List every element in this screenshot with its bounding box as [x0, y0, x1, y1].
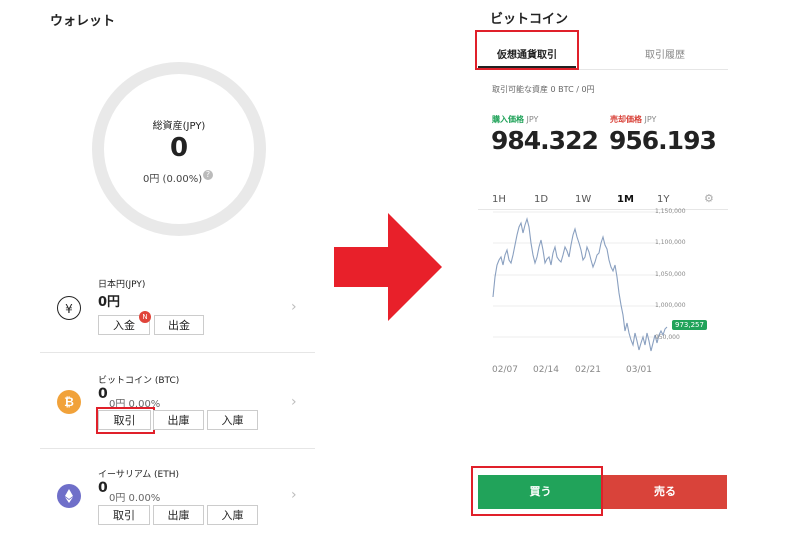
btc-balance: 0 — [98, 386, 108, 402]
buy-price: 984.322 — [491, 126, 599, 155]
current-price-tag: 973,257 — [672, 320, 707, 330]
trade-title: ビットコイン — [490, 12, 569, 27]
chevron-right-icon[interactable]: › — [291, 299, 297, 315]
eth-sub-text: 0円 0.00% — [109, 493, 161, 504]
bitcoin-icon: ₿ — [57, 390, 81, 414]
eth-receive-button[interactable]: 入庫 — [207, 505, 258, 525]
withdraw-button[interactable]: 出金 — [154, 315, 204, 335]
chevron-right-icon[interactable]: › — [291, 487, 297, 503]
gear-icon[interactable]: ⚙ — [704, 192, 714, 205]
range-1m[interactable]: 1M — [617, 194, 634, 205]
eth-trade-button[interactable]: 取引 — [98, 505, 150, 525]
btc-send-button[interactable]: 出庫 — [153, 410, 204, 430]
new-badge: N — [139, 311, 151, 323]
yen-icon: ¥ — [57, 296, 81, 320]
total-assets-label: 総資産(JPY) — [152, 121, 206, 132]
btc-name: ビットコイン (BTC) — [98, 376, 180, 386]
x-label: 03/01 — [626, 365, 652, 375]
arrow-right-icon — [334, 213, 442, 321]
y-label: 1,050,000 — [655, 271, 686, 278]
range-1w[interactable]: 1W — [575, 194, 591, 205]
x-label: 02/07 — [492, 365, 518, 375]
tab-trade-history[interactable]: 取引履歴 — [615, 46, 715, 61]
btc-receive-button[interactable]: 入庫 — [207, 410, 258, 430]
total-assets-value: 0 — [169, 133, 189, 163]
highlight-box-trade — [96, 407, 155, 434]
ethereum-icon — [57, 484, 81, 508]
sell-price-label: 売却価格 JPY — [610, 114, 656, 125]
x-label: 02/14 — [533, 365, 559, 375]
highlight-box-buy — [471, 466, 603, 516]
x-label: 02/21 — [575, 365, 601, 375]
total-assets-sub: 0円 (0.00%) — [143, 174, 203, 185]
info-icon[interactable]: ? — [203, 170, 213, 180]
buy-price-label: 購入価格 JPY — [492, 114, 538, 125]
divider — [40, 448, 315, 449]
wallet-title: ウォレット — [50, 14, 116, 29]
jpy-balance: 0円 — [98, 295, 121, 310]
divider — [40, 352, 315, 353]
y-label: 1,100,000 — [655, 239, 686, 246]
range-1h[interactable]: 1H — [492, 194, 506, 205]
sell-price: 956.193 — [609, 126, 717, 155]
buy-label-text: 購入価格 — [492, 115, 524, 124]
eth-balance: 0 — [98, 480, 108, 496]
chevron-right-icon[interactable]: › — [291, 394, 297, 410]
sell-currency: JPY — [644, 115, 657, 124]
range-1d[interactable]: 1D — [534, 194, 548, 205]
buy-currency: JPY — [526, 115, 539, 124]
eth-send-button[interactable]: 出庫 — [153, 505, 204, 525]
price-chart — [492, 211, 668, 352]
eth-sub: 0円 0.00% — [109, 486, 160, 505]
sell-label-text: 売却価格 — [610, 115, 642, 124]
highlight-box-tab — [475, 30, 579, 70]
eth-name: イーサリアム (ETH) — [98, 470, 180, 480]
sell-button[interactable]: 売る — [603, 475, 727, 509]
y-label: 1,150,000 — [655, 208, 686, 215]
range-1y[interactable]: 1Y — [657, 194, 669, 205]
y-label: 1,000,000 — [655, 302, 686, 309]
available-assets: 取引可能な資産 0 BTC / 0円 — [492, 85, 595, 94]
jpy-name: 日本円(JPY) — [98, 280, 146, 290]
y-label: 950,000 — [655, 334, 680, 341]
